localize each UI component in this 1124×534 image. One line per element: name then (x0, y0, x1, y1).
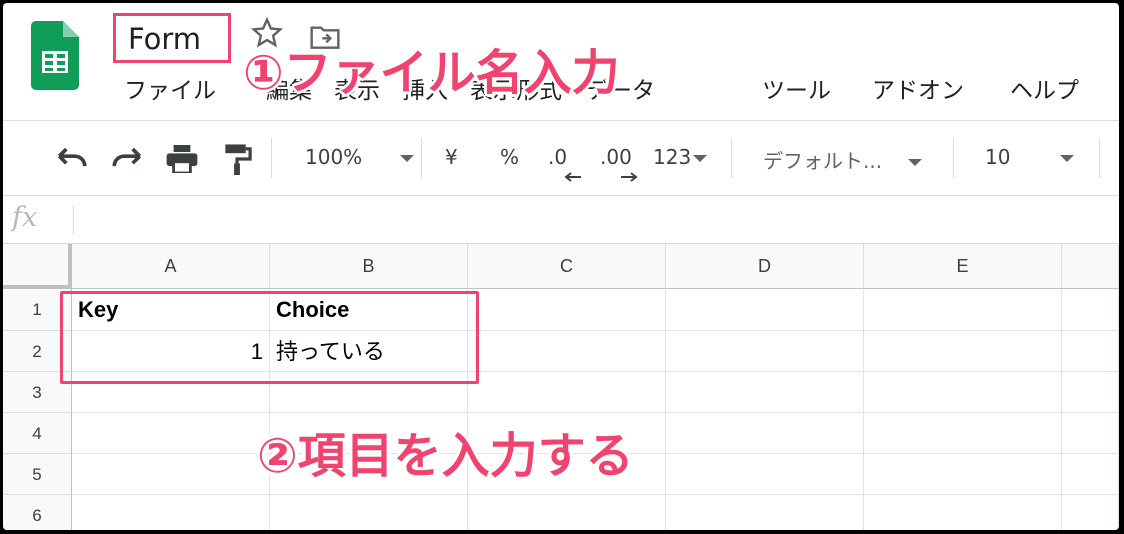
spreadsheet-grid: A B C D E 1 2 3 4 5 6 Key Choice 1 持っている (3, 244, 1119, 530)
chevron-down-icon (1060, 155, 1075, 162)
chevron-down-icon (400, 155, 415, 162)
cell-f3[interactable] (1062, 372, 1119, 413)
document-title[interactable]: Form (128, 22, 201, 56)
menu-tools[interactable]: ツール (762, 71, 831, 105)
cell-e5[interactable] (864, 454, 1062, 495)
percent-format-button[interactable]: % (500, 145, 519, 169)
undo-icon[interactable] (55, 147, 89, 171)
menu-addons[interactable]: アドオン (872, 71, 964, 105)
arrow-left-icon (564, 172, 581, 182)
cell-e4[interactable] (864, 413, 1062, 454)
arrow-right-icon (621, 172, 638, 182)
zoom-value: 100% (305, 145, 363, 169)
cell-f5[interactable] (1062, 454, 1119, 495)
cell-d1[interactable] (666, 289, 864, 331)
cell-a6[interactable] (72, 495, 270, 530)
cell-a4[interactable] (72, 413, 270, 454)
cells-highlight-box (60, 291, 479, 384)
toolbar-divider (421, 138, 422, 178)
chevron-down-icon (908, 159, 923, 166)
currency-format-button[interactable]: ¥ (445, 145, 458, 169)
fx-icon: fx (12, 202, 38, 233)
cell-d4[interactable] (666, 413, 864, 454)
font-value: デフォルト... (763, 149, 883, 173)
toolbar-divider (271, 138, 272, 178)
menu-help[interactable]: ヘルプ (1010, 71, 1079, 105)
cell-d2[interactable] (666, 331, 864, 372)
paint-format-icon[interactable] (222, 143, 252, 175)
row-header-5[interactable]: 5 (3, 454, 72, 495)
more-formats-label: 123 (653, 145, 692, 169)
column-header-a[interactable]: A (72, 244, 270, 289)
cell-f6[interactable] (1062, 495, 1119, 530)
more-formats-button[interactable]: 123 (653, 145, 708, 169)
column-header-b[interactable]: B (270, 244, 468, 289)
cell-e3[interactable] (864, 372, 1062, 413)
cell-e6[interactable] (864, 495, 1062, 530)
formula-input[interactable] (83, 204, 1103, 236)
column-header-f[interactable] (1062, 244, 1119, 289)
print-icon[interactable] (165, 145, 199, 173)
document-title-highlight: Form (113, 13, 231, 63)
toolbar-divider (1099, 138, 1100, 178)
sheets-logo-icon[interactable] (31, 21, 79, 91)
chevron-down-icon (693, 155, 708, 162)
cell-f1[interactable] (1062, 289, 1119, 331)
zoom-select[interactable]: 100% (305, 145, 415, 169)
cell-a5[interactable] (72, 454, 270, 495)
decrease-decimals-label: .0 (548, 145, 568, 169)
menu-file[interactable]: ファイル (124, 71, 216, 105)
cell-e1[interactable] (864, 289, 1062, 331)
cell-d3[interactable] (666, 372, 864, 413)
redo-icon[interactable] (110, 147, 144, 171)
decrease-decimals-button[interactable]: .0 (548, 145, 567, 169)
column-header-c[interactable]: C (468, 244, 666, 289)
cell-e2[interactable] (864, 331, 1062, 372)
cell-c6[interactable] (468, 495, 666, 530)
formula-divider (73, 205, 74, 235)
cell-b6[interactable] (270, 495, 468, 530)
cell-c3[interactable] (468, 372, 666, 413)
cell-d5[interactable] (666, 454, 864, 495)
font-size-select[interactable]: 10 (985, 145, 1075, 169)
font-size-value: 10 (985, 145, 1011, 169)
cell-c2[interactable] (468, 331, 666, 372)
cell-c1[interactable] (468, 289, 666, 331)
toolbar: 100% ¥ % .0 .00 123 デフォルト... 10 (3, 120, 1119, 196)
cell-f2[interactable] (1062, 331, 1119, 372)
spreadsheet-window: Form ファイル 編集 表示 挿入 表示形式 データ ツール アドオン ヘルプ (3, 3, 1119, 530)
increase-decimals-button[interactable]: .00 (600, 145, 632, 169)
toolbar-divider (731, 138, 732, 178)
toolbar-divider (953, 138, 954, 178)
cell-f4[interactable] (1062, 413, 1119, 454)
annotation-step-2: ②項目を入力する (257, 428, 634, 484)
column-header-d[interactable]: D (666, 244, 864, 289)
increase-decimals-label: .00 (600, 145, 632, 169)
cell-d6[interactable] (666, 495, 864, 530)
formula-bar: fx (3, 196, 1119, 244)
font-select[interactable]: デフォルト... (763, 145, 923, 174)
row-header-6[interactable]: 6 (3, 495, 72, 530)
annotation-step-1: ①ファイル名入力 (243, 45, 620, 101)
row-header-4[interactable]: 4 (3, 413, 72, 454)
select-all-corner[interactable] (3, 244, 72, 289)
column-header-e[interactable]: E (864, 244, 1062, 289)
